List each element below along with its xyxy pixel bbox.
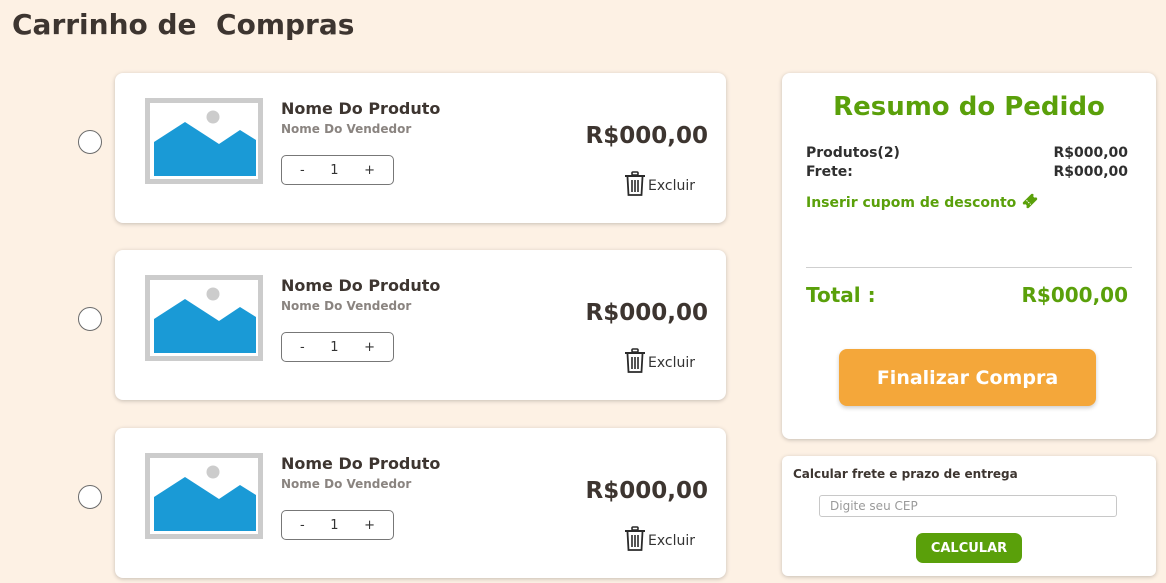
cart-item-card: Nome Do Produto Nome Do Vendedor - 1 + R… (115, 73, 726, 223)
decrease-quantity-button[interactable]: - (296, 163, 309, 178)
cart-item-card: Nome Do Produto Nome Do Vendedor - 1 + R… (115, 428, 726, 578)
product-price: R$000,00 (585, 300, 708, 326)
cart-item-card: Nome Do Produto Nome Do Vendedor - 1 + R… (115, 250, 726, 400)
ticket-icon (1021, 192, 1039, 214)
total-label: Total : (806, 283, 876, 307)
order-summary-panel: Resumo do Pedido Produtos(2) R$000,00 Fr… (782, 73, 1156, 439)
shipping-label: Frete: (806, 164, 853, 180)
coupon-link[interactable]: Inserir cupom de desconto (806, 192, 1039, 214)
remove-label: Excluir (648, 533, 695, 549)
shipping-calculator-title: Calcular frete e prazo de entrega (793, 467, 1018, 481)
quantity-value: 1 (330, 339, 339, 355)
products-line: Produtos(2) R$000,00 (806, 145, 1128, 161)
quantity-value: 1 (330, 162, 339, 178)
summary-divider (806, 267, 1132, 268)
select-item-radio[interactable] (78, 130, 102, 154)
cart-item: Nome Do Produto Nome Do Vendedor - 1 + R… (78, 428, 726, 578)
product-name: Nome Do Produto (281, 99, 441, 118)
seller-name: Nome Do Vendedor (281, 122, 412, 136)
total-line: Total : R$000,00 (806, 283, 1128, 307)
total-value: R$000,00 (1021, 283, 1129, 307)
trash-icon (623, 526, 647, 556)
image-placeholder-icon (145, 98, 263, 184)
calculate-shipping-button[interactable]: CALCULAR (916, 533, 1022, 563)
select-item-radio[interactable] (78, 307, 102, 331)
product-name: Nome Do Produto (281, 276, 441, 295)
select-item-radio[interactable] (78, 485, 102, 509)
increase-quantity-button[interactable]: + (360, 340, 379, 355)
remove-item-button[interactable]: Excluir (623, 348, 695, 378)
shipping-line: Frete: R$000,00 (806, 164, 1128, 180)
product-price: R$000,00 (585, 123, 708, 149)
quantity-value: 1 (330, 517, 339, 533)
decrease-quantity-button[interactable]: - (296, 518, 309, 533)
cep-input[interactable] (819, 495, 1117, 517)
products-label: Produtos(2) (806, 145, 900, 161)
page-title: Carrinho de Compras (12, 8, 355, 41)
product-name: Nome Do Produto (281, 454, 441, 473)
trash-icon (623, 171, 647, 201)
products-value: R$000,00 (1053, 145, 1128, 161)
cart-item: Nome Do Produto Nome Do Vendedor - 1 + R… (78, 250, 726, 400)
cart-item: Nome Do Produto Nome Do Vendedor - 1 + R… (78, 73, 726, 223)
quantity-stepper: - 1 + (281, 332, 394, 362)
quantity-stepper: - 1 + (281, 510, 394, 540)
checkout-button[interactable]: Finalizar Compra (839, 349, 1096, 406)
decrease-quantity-button[interactable]: - (296, 340, 309, 355)
coupon-label: Inserir cupom de desconto (806, 195, 1017, 211)
increase-quantity-button[interactable]: + (360, 163, 379, 178)
image-placeholder-icon (145, 453, 263, 539)
shipping-calculator-panel: Calcular frete e prazo de entrega CALCUL… (782, 456, 1156, 576)
increase-quantity-button[interactable]: + (360, 518, 379, 533)
shipping-value: R$000,00 (1053, 164, 1128, 180)
product-price: R$000,00 (585, 478, 708, 504)
remove-label: Excluir (648, 178, 695, 194)
remove-item-button[interactable]: Excluir (623, 526, 695, 556)
remove-item-button[interactable]: Excluir (623, 171, 695, 201)
trash-icon (623, 348, 647, 378)
summary-title: Resumo do Pedido (833, 92, 1105, 122)
seller-name: Nome Do Vendedor (281, 477, 412, 491)
seller-name: Nome Do Vendedor (281, 299, 412, 313)
image-placeholder-icon (145, 275, 263, 361)
remove-label: Excluir (648, 355, 695, 371)
quantity-stepper: - 1 + (281, 155, 394, 185)
